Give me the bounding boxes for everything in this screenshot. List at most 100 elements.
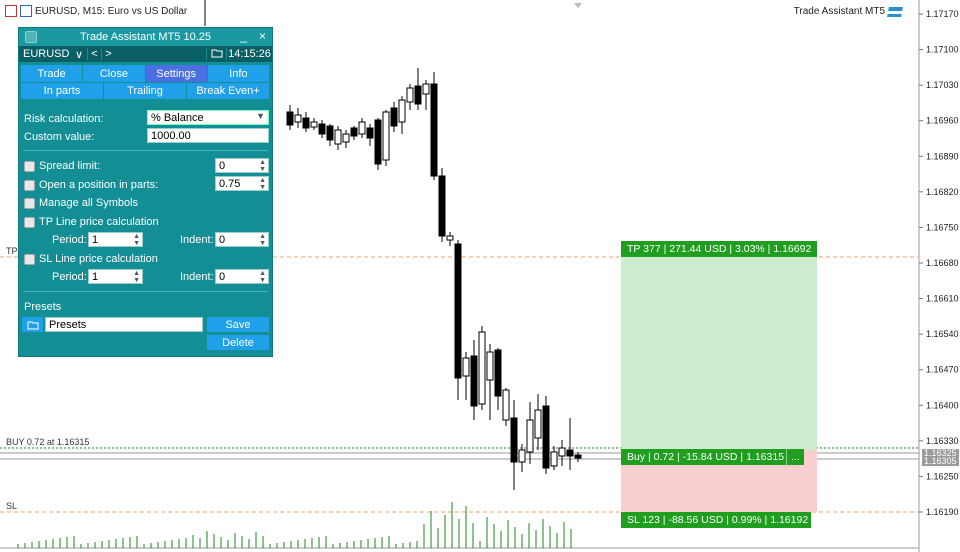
- candle-body: [310, 121, 318, 128]
- candle-body: [382, 111, 390, 161]
- main-tabs: Trade Close Settings Info: [21, 65, 270, 82]
- candle-body: [518, 449, 526, 463]
- candle-body: [454, 243, 462, 379]
- candle-body: [566, 449, 574, 457]
- price-axis-label: 1.17100: [926, 45, 959, 55]
- subtab-break-even[interactable]: Break Even+: [187, 83, 269, 99]
- delete-button[interactable]: Delete: [207, 335, 269, 350]
- candle-body: [294, 114, 302, 123]
- custom-value-input[interactable]: 1000.00: [147, 128, 269, 143]
- spinner-icon[interactable]: ▲ ▼: [259, 159, 266, 173]
- save-button[interactable]: Save: [207, 317, 269, 332]
- risk-calc-value: % Balance: [151, 111, 204, 124]
- scroll-marker-icon: [574, 3, 582, 8]
- candle-body: [390, 107, 398, 127]
- tp-indent-value: 0: [219, 233, 226, 246]
- sl-indent-input[interactable]: 0 ▲ ▼: [215, 269, 269, 284]
- sl-calc-checkbox[interactable]: [24, 253, 35, 265]
- manage-all-checkbox[interactable]: [24, 197, 35, 209]
- candle-body: [422, 83, 430, 95]
- spread-limit-checkbox[interactable]: [24, 160, 35, 172]
- sl-period-input[interactable]: 1 ▲ ▼: [88, 269, 143, 284]
- tp-period-label: Period:: [52, 234, 87, 246]
- price-axis-label: 1.16190: [926, 507, 959, 517]
- tab-settings[interactable]: Settings: [145, 65, 207, 82]
- chart-list-icon[interactable]: [5, 5, 17, 17]
- ea-name: Trade Assistant MT5: [793, 6, 885, 17]
- open-in-parts-value: 0.75: [219, 177, 241, 190]
- tp-indent-input[interactable]: 0 ▲ ▼: [215, 232, 269, 247]
- open-in-parts-input[interactable]: 0.75 ▲ ▼: [215, 176, 269, 191]
- entry-more-button[interactable]: ...: [786, 449, 804, 465]
- tp-line-label[interactable]: TP 377 | 271.44 USD | 3.03% | 1.16692: [621, 241, 817, 257]
- candle-body: [430, 83, 438, 177]
- candle-body: [406, 87, 414, 103]
- candle-body: [366, 127, 374, 139]
- candle-body: [318, 123, 326, 135]
- minimize-button[interactable]: _: [240, 29, 247, 43]
- candle-body: [286, 111, 294, 126]
- take-profit-zone[interactable]: [621, 256, 817, 451]
- entry-line-label[interactable]: Buy | 0.72 | -15.84 USD | 1.16315: [621, 449, 804, 465]
- sl-line-label[interactable]: SL 123 | -88.56 USD | 0.99% | 1.16192: [621, 512, 811, 528]
- tab-trade[interactable]: Trade: [21, 65, 83, 82]
- sl-calc-label: SL Line price calculation: [39, 253, 158, 265]
- panel-title: Trade Assistant MT5 10.25: [79, 31, 212, 43]
- open-in-parts-checkbox[interactable]: [24, 179, 35, 191]
- candle-body: [302, 117, 310, 129]
- candle-body: [462, 357, 470, 377]
- symbol-bar: EURUSD ∨ < > 14:15:26: [19, 46, 272, 62]
- tp-period-input[interactable]: 1 ▲ ▼: [88, 232, 143, 247]
- candle-body: [542, 405, 550, 469]
- symbol-select[interactable]: EURUSD ∨: [19, 48, 87, 61]
- tab-close[interactable]: Close: [83, 65, 145, 82]
- spinner-icon[interactable]: ▲ ▼: [133, 270, 140, 284]
- spread-limit-input[interactable]: 0 ▲ ▼: [215, 158, 269, 173]
- prev-symbol-button[interactable]: <: [87, 48, 101, 60]
- candle-body: [494, 349, 502, 397]
- chevron-down-icon: ∨: [74, 48, 83, 61]
- candle-body: [358, 121, 366, 135]
- candle-body: [398, 99, 406, 123]
- panel-title-bar[interactable]: Trade Assistant MT5 10.25 _ ×: [19, 28, 272, 46]
- risk-calc-select[interactable]: % Balance ▼: [147, 110, 269, 125]
- spinner-icon[interactable]: ▲ ▼: [259, 233, 266, 247]
- candle-body: [414, 85, 422, 105]
- candle-body: [438, 175, 446, 237]
- sl-calc-row: SL Line price calculation: [24, 251, 158, 267]
- spread-limit-label: Spread limit:: [39, 160, 101, 172]
- chevron-down-icon: ▼: [256, 111, 265, 121]
- price-tag-bid: 1.16305: [922, 456, 959, 466]
- tp-calc-checkbox[interactable]: [24, 216, 35, 228]
- tp-calc-label: TP Line price calculation: [39, 216, 159, 228]
- candle-body: [486, 351, 494, 381]
- candle-body: [342, 133, 350, 143]
- open-in-parts-label: Open a position in parts:: [39, 179, 159, 191]
- presets-input[interactable]: Presets: [45, 317, 203, 332]
- expert-advisor-label[interactable]: Trade Assistant MT5: [793, 6, 903, 17]
- price-axis-label: 1.16250: [926, 471, 959, 481]
- candle-body: [574, 454, 582, 459]
- subtab-trailing[interactable]: Trailing: [104, 83, 186, 99]
- candle-body: [350, 127, 358, 137]
- price-axis-label: 1.16400: [926, 400, 959, 410]
- spinner-icon[interactable]: ▲ ▼: [259, 177, 266, 191]
- app-icon: [25, 31, 37, 43]
- tab-info[interactable]: Info: [207, 65, 269, 82]
- spinner-icon[interactable]: ▲ ▼: [259, 270, 266, 284]
- close-button[interactable]: ×: [259, 29, 266, 43]
- folder-icon[interactable]: [22, 317, 43, 332]
- spinner-icon[interactable]: ▲ ▼: [133, 233, 140, 247]
- tp-calc-row: TP Line price calculation: [24, 214, 159, 230]
- next-symbol-button[interactable]: >: [101, 48, 115, 60]
- buy-line-label: BUY 0.72 at 1.16315: [6, 437, 90, 447]
- price-axis-label: 1.16820: [926, 187, 959, 197]
- sl-indent-label: Indent:: [180, 271, 214, 283]
- spread-limit-value: 0: [219, 159, 226, 172]
- folder-icon[interactable]: [206, 47, 226, 61]
- chart-window-icon[interactable]: [20, 5, 32, 17]
- subtab-in-parts[interactable]: In parts: [21, 83, 103, 99]
- price-axis-label: 1.16890: [926, 151, 959, 161]
- risk-calc-label: Risk calculation:: [24, 113, 104, 125]
- sl-marker: SL: [6, 501, 18, 511]
